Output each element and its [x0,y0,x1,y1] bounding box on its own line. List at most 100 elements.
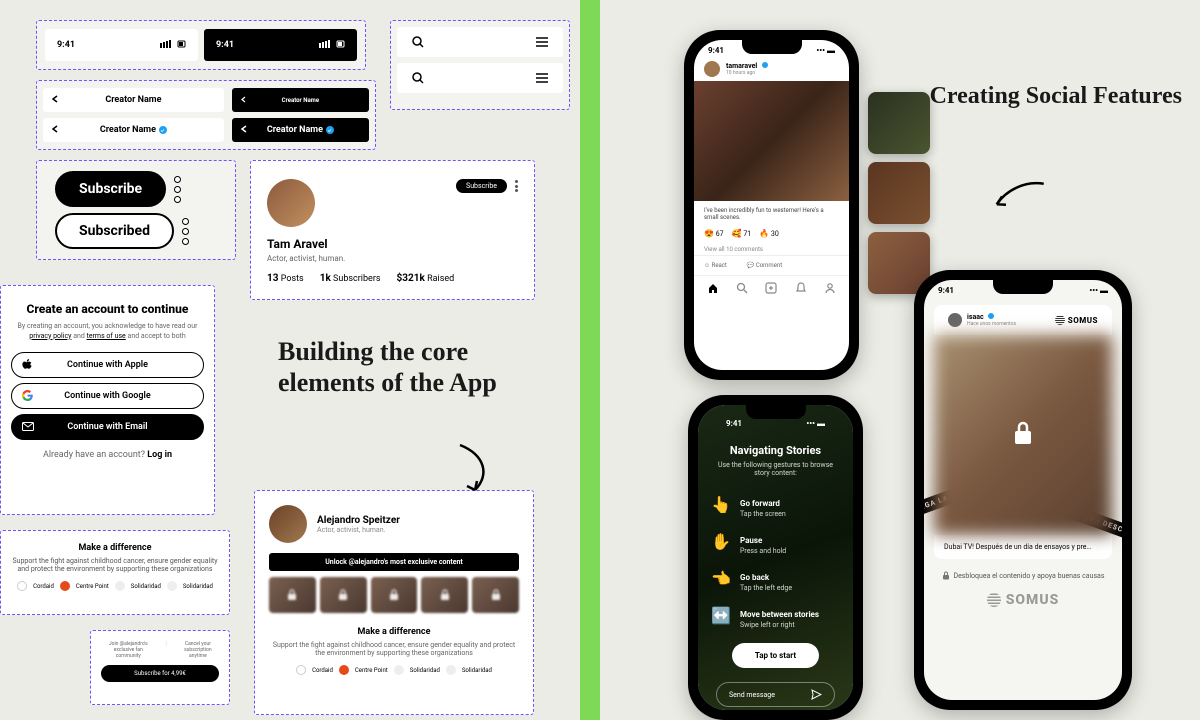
search-icon[interactable] [736,282,748,294]
diff-body: Support the fight against childhood canc… [269,641,519,657]
post-image[interactable] [694,81,849,201]
more-icon[interactable] [515,180,518,192]
login-line: Already have an account? Log in [11,450,204,460]
locked-thumb[interactable] [320,577,367,613]
more-icon[interactable] [174,176,181,203]
left-panel: 9:41 9:41 Creator Name Creator Name Crea… [0,0,580,720]
stat-posts: 13 Posts [267,273,304,284]
searchbar[interactable] [397,27,563,57]
search-icon[interactable] [411,35,425,49]
avatar[interactable] [267,179,315,227]
subscribe-price-button[interactable]: Subscribe for 4,99€ [101,665,219,682]
locked-thumb[interactable] [269,577,316,613]
continue-email-button[interactable]: Continue with Email [11,414,204,440]
status-icons: ••• ▬ [1089,286,1108,295]
gesture-pause: ✋PausePress and hold [712,528,839,555]
menu-icon[interactable] [535,72,549,84]
post-header[interactable]: tamaravel 10 hours ago [694,57,849,81]
continue-google-button[interactable]: Continue with Google [11,383,204,409]
profile-icon[interactable] [824,282,836,294]
send-message-input[interactable]: Send message [716,682,835,707]
chevron-left-icon[interactable] [240,96,247,105]
locked-thumb[interactable] [371,577,418,613]
send-icon[interactable] [811,689,822,700]
chevron-left-icon[interactable] [51,95,59,106]
subscribed-button[interactable]: Subscribed [55,213,174,249]
subscribe-button[interactable]: Subscribe [55,171,166,207]
reaction[interactable]: 😍 67 [704,229,724,238]
post-user: tamaravel [726,62,768,70]
terms-link[interactable]: terms of use [87,332,126,340]
reaction[interactable]: 🔥 30 [759,229,779,238]
creator-name: Alejandro Speitzer [317,515,400,526]
searchbar[interactable] [397,63,563,93]
header-verified-light[interactable]: Creator Name [43,118,224,142]
org-icon [296,665,306,675]
reaction-bar: 😍 67 🥰 71 🔥 30 [694,223,849,244]
searchbar-group [390,20,570,110]
tap-left-icon: 👈 [712,569,730,588]
react-button[interactable]: ☺ React [704,262,727,269]
privacy-link[interactable]: privacy policy [29,332,71,340]
profile-bio: Actor, activist, human. [267,254,518,263]
header-back-dark-sm[interactable]: Creator Name [232,88,369,112]
arrow-icon [985,163,1056,227]
profile-card: Subscribe Tam Aravel Actor, activist, hu… [250,160,535,300]
time: 9:41 [708,46,724,55]
gallery-thumb[interactable] [868,92,930,154]
header-title: Creator Name [267,125,323,135]
locked-thumbs [269,577,519,613]
login-link[interactable]: Log in [147,450,172,460]
verified-icon [159,126,167,134]
chevron-left-icon[interactable] [51,125,59,136]
add-icon[interactable] [765,282,777,294]
unlock-banner[interactable]: Unlock @alejandro's most exclusive conte… [269,553,519,571]
swipe-icon: ↔️ [712,606,730,625]
phone-feed: 9:41••• ▬ tamaravel 10 hours ago I've be… [684,30,859,380]
org-icon [394,665,404,675]
handwriting-right: Creating Social Features [930,82,1182,111]
time: 9:41 [57,40,75,50]
search-icon[interactable] [411,71,425,85]
signup-title: Create an account to continue [11,302,204,316]
view-comments[interactable]: View all 10 comments [694,244,849,255]
avatar[interactable] [948,313,962,327]
status-icons [319,40,345,50]
header-back-light[interactable]: Creator Name [43,88,224,112]
time: 9:41 [938,286,954,295]
reaction[interactable]: 🥰 71 [732,229,752,238]
tap-icon: 👆 [712,495,730,514]
avatar[interactable] [704,61,720,77]
tap-to-start-button[interactable]: Tap to start [732,643,819,668]
avatar[interactable] [269,505,307,543]
hold-icon: ✋ [712,532,730,551]
google-icon [22,390,33,401]
tiny-subscribe-card: Join @alejandro's exclusive fan communit… [90,630,230,705]
bell-icon[interactable] [795,282,807,294]
locked-thumb[interactable] [421,577,468,613]
more-icon[interactable] [182,218,189,245]
subscribe-button-small[interactable]: Subscribe [456,179,507,193]
stories-subtitle: Use the following gestures to browse sto… [712,461,839,477]
gesture-swipe: ↔️Move between storiesSwipe left or righ… [712,602,839,629]
bottom-nav [694,275,849,300]
lock-icon [1012,420,1034,450]
statusbar-dark: 9:41 [204,29,357,61]
org-icon [446,665,456,675]
header-verified-dark[interactable]: Creator Name [232,118,369,142]
globe-icon [1055,315,1065,325]
diff-title: Make a difference [269,627,519,637]
org-icon [17,581,27,591]
continue-apple-button[interactable]: Continue with Apple [11,352,204,378]
statusbar-light: 9:41 [45,29,198,61]
home-icon[interactable] [707,282,719,294]
status-icons: ••• ▬ [816,46,835,55]
chevron-left-icon[interactable] [240,125,248,136]
header-title: Creator Name [282,97,319,104]
gallery-thumb[interactable] [868,162,930,224]
phone-locked: 9:41••• ▬ isaac Hace unos momentos SOMUS… [914,270,1132,710]
post-user[interactable]: isaac Hace unos momentos [948,313,1016,327]
menu-icon[interactable] [535,36,549,48]
comment-button[interactable]: 💬 Comment [747,262,782,269]
locked-thumb[interactable] [472,577,519,613]
